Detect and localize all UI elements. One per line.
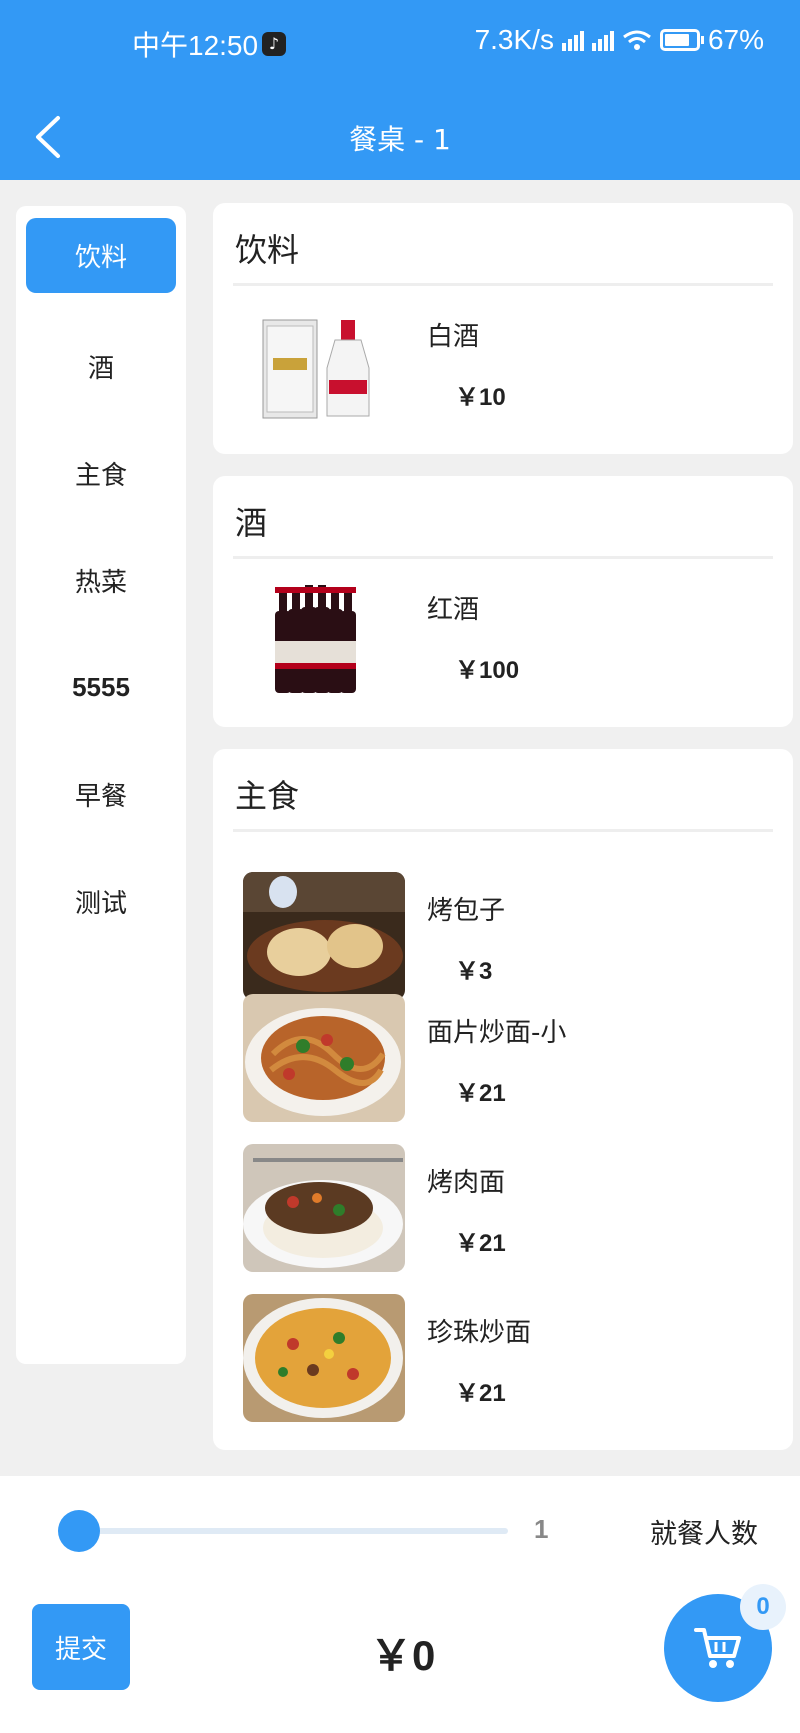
status-bar: 中午12:50 ♪ 7.3K/s 67%: [0, 24, 800, 64]
sidebar-item-test[interactable]: 测试: [16, 848, 186, 955]
status-indicators: 7.3K/s 67%: [475, 24, 764, 56]
signal-icon-2: [591, 29, 614, 51]
menu-item[interactable]: 珍珠炒面 ￥21: [233, 1282, 773, 1432]
sidebar-item-breakfast[interactable]: 早餐: [16, 741, 186, 848]
pearl-fried-noodles-image: [243, 1294, 405, 1422]
sidebar-item-staples[interactable]: 主食: [16, 420, 186, 527]
samsa-image: [243, 872, 405, 1000]
menu-item[interactable]: 烤肉面 ￥21: [233, 1132, 773, 1282]
section-card-liquor: 酒 红酒 ￥100: [213, 476, 793, 727]
item-price: ￥100: [455, 657, 520, 684]
section-title: 酒: [233, 476, 773, 559]
item-price: ￥10: [455, 384, 506, 411]
roast-meat-noodles-image: [243, 1144, 405, 1272]
item-price: ￥3: [455, 958, 493, 985]
diners-slider-handle[interactable]: [58, 1510, 100, 1552]
item-name: 白酒: [427, 322, 480, 352]
menu-item[interactable]: 白酒 ￥10: [233, 286, 773, 436]
sidebar-item-hot-dishes[interactable]: 热菜: [16, 527, 186, 634]
menu-item[interactable]: 烤包子 ￥3: [233, 832, 773, 1000]
red-wine-image: [243, 571, 405, 699]
menu-content: 饮料 白酒 ￥10 酒 红酒 ￥100 主食 烤包子 ￥3 面片炒面-小 ￥21…: [213, 203, 793, 1466]
section-title: 饮料: [233, 203, 773, 286]
sidebar-item-liquor[interactable]: 酒: [16, 313, 186, 420]
order-total: ￥0: [370, 1632, 436, 1679]
submit-button[interactable]: 提交: [32, 1604, 130, 1690]
menu-item[interactable]: 面片炒面-小 ￥21: [233, 982, 773, 1132]
signal-icon: [561, 29, 584, 51]
battery-level: 67%: [707, 24, 764, 55]
section-title: 主食: [233, 749, 773, 832]
status-time: 中午12:50: [132, 30, 259, 61]
sidebar-item-5555[interactable]: 5555: [16, 634, 186, 741]
category-sidebar: 饮料 酒 主食 热菜 5555 早餐 测试: [16, 206, 186, 1364]
menu-item[interactable]: 红酒 ￥100: [233, 559, 773, 709]
diners-slider-track[interactable]: [80, 1528, 508, 1534]
section-card-drinks: 饮料 白酒 ￥10: [213, 203, 793, 454]
item-name: 烤包子: [427, 896, 506, 926]
cart-icon: [694, 1628, 741, 1668]
baijiu-image: [243, 298, 405, 426]
wifi-icon: [623, 30, 651, 50]
section-card-staples: 主食 烤包子 ￥3 面片炒面-小 ￥21 烤肉面 ￥21 珍珠炒面 ￥21: [213, 749, 793, 1450]
network-speed: 7.3K/s: [474, 24, 554, 55]
app-header: 中午12:50 ♪ 7.3K/s 67% 餐桌 - 1: [0, 0, 800, 180]
page-title: 餐桌 - 1: [349, 123, 451, 156]
diners-count: 1: [534, 1514, 549, 1544]
item-name: 烤肉面: [427, 1168, 506, 1198]
item-name: 面片炒面-小: [427, 1018, 567, 1048]
cart-count-badge: 0: [740, 1584, 786, 1630]
item-price: ￥21: [455, 1230, 506, 1257]
tiktok-icon: ♪: [262, 32, 286, 56]
item-price: ￥21: [455, 1080, 506, 1107]
sidebar-item-drinks[interactable]: 饮料: [26, 218, 176, 293]
item-name: 珍珠炒面: [427, 1318, 532, 1348]
diners-label: 就餐人数: [650, 1519, 758, 1550]
item-price: ￥21: [455, 1380, 506, 1407]
fried-noodles-image: [243, 994, 405, 1122]
item-name: 红酒: [427, 595, 480, 625]
battery-icon: [659, 29, 704, 51]
